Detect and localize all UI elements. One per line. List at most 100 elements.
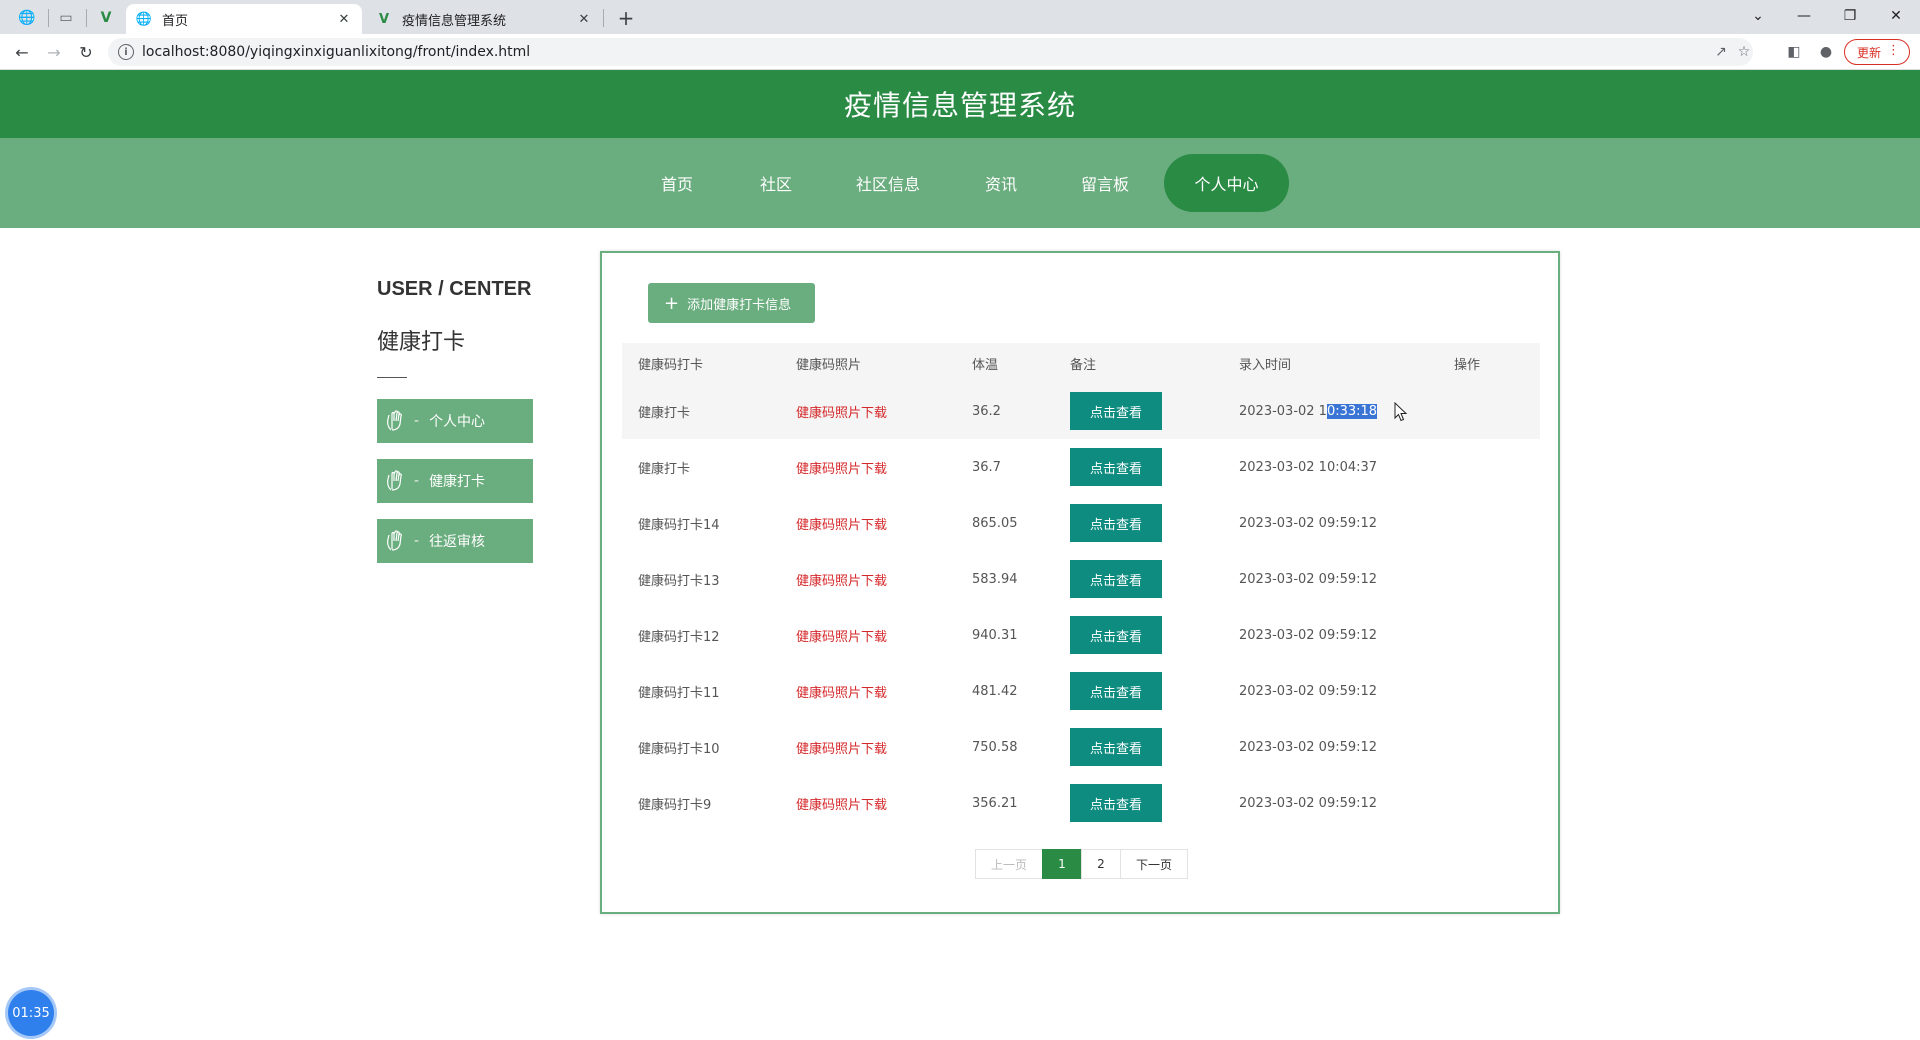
col-header-remark: 备注 <box>1070 357 1097 373</box>
site-header: 疫情信息管理系统 <box>0 70 1920 138</box>
tab-search-chevron-icon[interactable]: ⌄ <box>1738 4 1778 28</box>
nav-home[interactable]: 首页 <box>646 154 708 212</box>
cell-entry-time: 2023-03-02 1 0:33:18 <box>1239 383 1378 439</box>
bookmark-star-icon[interactable]: ☆ <box>1735 43 1753 61</box>
cell-photo-download-link[interactable]: 健康码照片下载 <box>796 775 887 831</box>
cell-checkin: 健康码打卡9 <box>638 797 712 813</box>
update-button[interactable]: 更新 ⋮ <box>1844 39 1910 65</box>
add-health-checkin-button[interactable]: + 添加健康打卡信息 <box>648 283 815 323</box>
cell-checkin: 健康码打卡14 <box>638 517 720 533</box>
nav-community-info[interactable]: 社区信息 <box>844 154 932 212</box>
view-remark-button[interactable]: 点击查看 <box>1070 560 1162 598</box>
side-panel-icon[interactable]: ◧ <box>1784 42 1804 62</box>
cell-entry-time: 2023-03-02 09:59:12 <box>1239 571 1378 587</box>
table-row: 健康码打卡9 健康码照片下载 356.21 点击查看 2023-03-02 09… <box>622 775 1540 831</box>
sidebar-item-personal-center[interactable]: - 个人中心 <box>377 399 533 443</box>
prev-page-button[interactable]: 上一页 <box>975 849 1043 879</box>
sidebar-item-health-checkin[interactable]: - 健康打卡 <box>377 459 533 503</box>
back-arrow-icon[interactable]: ← <box>10 40 34 64</box>
nav-community[interactable]: 社区 <box>745 154 807 212</box>
globe-icon: 🌐 <box>135 11 153 27</box>
cell-photo-download-link[interactable]: 健康码照片下载 <box>796 439 887 495</box>
table-row: 健康码打卡12 健康码照片下载 940.31 点击查看 2023-03-02 0… <box>622 607 1540 663</box>
cell-checkin: 健康码打卡11 <box>638 685 720 701</box>
table-row: 健康打卡 健康码照片下载 36.7 点击查看 2023-03-02 10:04:… <box>622 439 1540 495</box>
pinned-tab-blank-icon[interactable]: ▭ <box>55 7 77 29</box>
hand-icon <box>387 530 402 551</box>
sidebar-item-travel-review[interactable]: - 往返审核 <box>377 519 533 563</box>
table-row: 健康码打卡11 健康码照片下载 481.42 点击查看 2023-03-02 0… <box>622 663 1540 719</box>
next-page-button[interactable]: 下一页 <box>1120 849 1188 879</box>
view-remark-button[interactable]: 点击查看 <box>1070 728 1162 766</box>
view-remark-button[interactable]: 点击查看 <box>1070 392 1162 430</box>
browser-tab-system[interactable]: V 疫情信息管理系统 ✕ <box>366 4 602 34</box>
cell-entry-time: 2023-03-02 09:59:12 <box>1239 795 1378 811</box>
nav-news[interactable]: 资讯 <box>970 154 1032 212</box>
site-info-icon[interactable]: i <box>118 44 134 60</box>
minimize-icon[interactable]: — <box>1784 4 1824 28</box>
view-remark-button[interactable]: 点击查看 <box>1070 616 1162 654</box>
new-tab-plus-icon[interactable]: + <box>614 6 638 30</box>
sidebar-subtitle: 健康打卡 <box>377 330 466 355</box>
cell-entry-time: 2023-03-02 09:59:12 <box>1239 627 1378 643</box>
cell-temperature: 481.42 <box>972 683 1018 699</box>
pinned-tab-vue-icon[interactable]: V <box>95 7 117 29</box>
url-text[interactable]: localhost:8080/yiqingxinxiguanlixitong/f… <box>142 44 530 60</box>
more-menu-icon: ⋮ <box>1887 43 1900 58</box>
cell-photo-download-link[interactable]: 健康码照片下载 <box>796 719 887 775</box>
selected-time-text: 0:33:18 <box>1326 403 1378 419</box>
tab-separator <box>86 9 87 27</box>
view-remark-button[interactable]: 点击查看 <box>1070 448 1162 486</box>
col-header-checkin: 健康码打卡 <box>638 357 704 373</box>
entry-time-text: 2023-03-02 1 <box>1239 403 1327 419</box>
col-header-temperature: 体温 <box>972 357 999 373</box>
forward-arrow-icon[interactable]: → <box>42 40 66 64</box>
page-2-button[interactable]: 2 <box>1081 849 1121 879</box>
close-tab-icon[interactable]: ✕ <box>576 11 592 27</box>
hand-icon <box>387 410 402 431</box>
view-remark-button[interactable]: 点击查看 <box>1070 672 1162 710</box>
address-bar[interactable]: i localhost:8080/yiqingxinxiguanlixitong… <box>108 38 1753 66</box>
add-button-label: 添加健康打卡信息 <box>687 297 792 313</box>
cell-photo-download-link[interactable]: 健康码照片下载 <box>796 383 887 439</box>
dash: - <box>414 413 420 429</box>
cell-temperature: 36.2 <box>972 403 1001 419</box>
nav-personal-center[interactable]: 个人中心 <box>1164 154 1289 212</box>
share-icon[interactable]: ↗ <box>1712 43 1730 61</box>
cell-entry-time: 2023-03-02 09:59:12 <box>1239 515 1378 531</box>
table-header: 健康码打卡 健康码照片 体温 备注 录入时间 操作 <box>622 343 1540 383</box>
profile-avatar-icon[interactable]: ● <box>1816 42 1836 62</box>
cell-photo-download-link[interactable]: 健康码照片下载 <box>796 495 887 551</box>
col-header-entry-time: 录入时间 <box>1239 357 1292 373</box>
view-remark-button[interactable]: 点击查看 <box>1070 784 1162 822</box>
close-window-icon[interactable]: ✕ <box>1876 4 1916 28</box>
view-remark-button[interactable]: 点击查看 <box>1070 504 1162 542</box>
dash: - <box>414 473 420 489</box>
site-nav: 首页 社区 社区信息 资讯 留言板 个人中心 <box>0 138 1920 228</box>
cell-photo-download-link[interactable]: 健康码照片下载 <box>796 607 887 663</box>
reload-icon[interactable]: ↻ <box>74 40 98 64</box>
recording-timer-badge[interactable]: 01:35 <box>8 990 54 1036</box>
pinned-tab-globe-icon[interactable]: 🌐 <box>16 7 38 29</box>
browser-tab-strip: 🌐 ▭ V 🌐 首页 ✕ V 疫情信息管理系统 ✕ + ⌄ — ❐ ✕ <box>0 0 1920 34</box>
sidebar-divider <box>377 377 407 378</box>
page-1-button[interactable]: 1 <box>1042 849 1082 879</box>
cell-temperature: 940.31 <box>972 627 1018 643</box>
cell-photo-download-link[interactable]: 健康码照片下载 <box>796 663 887 719</box>
cell-entry-time: 2023-03-02 09:59:12 <box>1239 683 1378 699</box>
update-label: 更新 <box>1857 45 1882 60</box>
cell-temperature: 750.58 <box>972 739 1018 755</box>
sidebar-item-label: 健康打卡 <box>429 474 486 490</box>
close-tab-icon[interactable]: ✕ <box>336 11 352 27</box>
site-title: 疫情信息管理系统 <box>843 89 1076 122</box>
tab-separator <box>48 9 49 27</box>
main-panel: + 添加健康打卡信息 健康码打卡 健康码照片 体温 备注 录入时间 操作 健康打… <box>600 251 1560 914</box>
restore-icon[interactable]: ❐ <box>1830 4 1870 28</box>
cell-temperature: 36.7 <box>972 459 1001 475</box>
mouse-cursor-icon <box>1394 402 1408 422</box>
cell-photo-download-link[interactable]: 健康码照片下载 <box>796 551 887 607</box>
browser-toolbar: ← → ↻ i localhost:8080/yiqingxinxiguanli… <box>0 34 1920 70</box>
nav-message-board[interactable]: 留言板 <box>1070 154 1140 212</box>
browser-tab-home[interactable]: 🌐 首页 ✕ <box>126 4 362 34</box>
cell-temperature: 865.05 <box>972 515 1018 531</box>
